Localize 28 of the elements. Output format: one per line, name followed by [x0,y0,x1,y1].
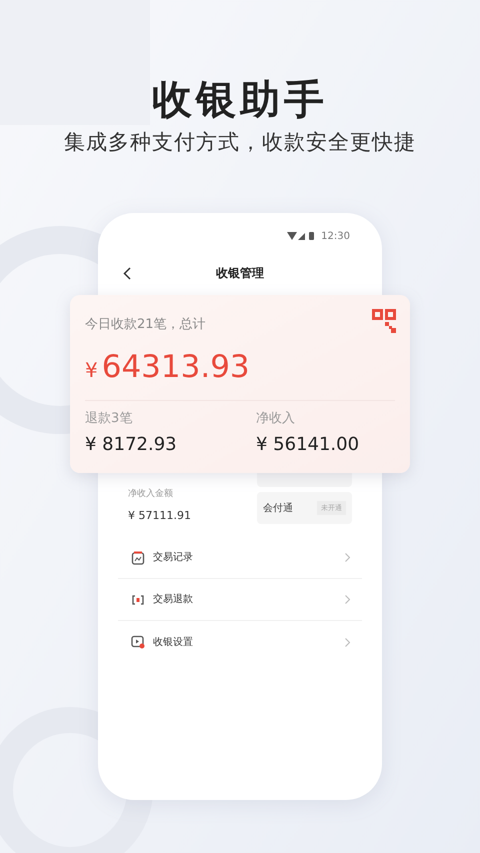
back-icon[interactable] [123,266,131,280]
total-amount: 64313.93 [102,348,250,386]
refund-amount: ¥ 8172.93 [85,433,178,457]
status-time: 12:30 [321,230,350,244]
service-name: 会付通 [263,502,293,516]
qr-code-icon[interactable] [372,309,396,333]
chevron-icon [345,595,350,604]
calendar-icon [131,550,145,564]
nav-title: 收银管理 [216,265,264,282]
net-income-amount: ¥ 56141.00 [256,433,360,457]
refund-label: 退款3笔 [85,410,134,428]
currency-symbol: ¥ [85,356,98,384]
net-income-label: 净收入 [256,410,296,428]
headline: 收银助手 [152,76,328,125]
menu-label: 交易退款 [153,592,194,607]
chevron-icon [345,638,350,646]
summary-caption: 今日收款21笔，总计 [85,316,206,334]
menu-label: 收银设置 [153,636,194,650]
chevron-icon [345,553,350,562]
refund-icon [131,592,145,606]
subtitle: 集成多种支付方式，收款安全更快捷 [64,129,416,156]
net-amount-value: ¥ 57111.91 [128,508,191,524]
menu-item[interactable]: 收银设置 [118,621,362,663]
menu-item[interactable]: 交易退款 [118,579,362,621]
menu-item[interactable]: 交易记录 [118,537,362,579]
settings-icon [131,635,145,649]
menu-label: 交易记录 [153,550,194,565]
net-amount-label: 净收入金额 [128,488,174,501]
